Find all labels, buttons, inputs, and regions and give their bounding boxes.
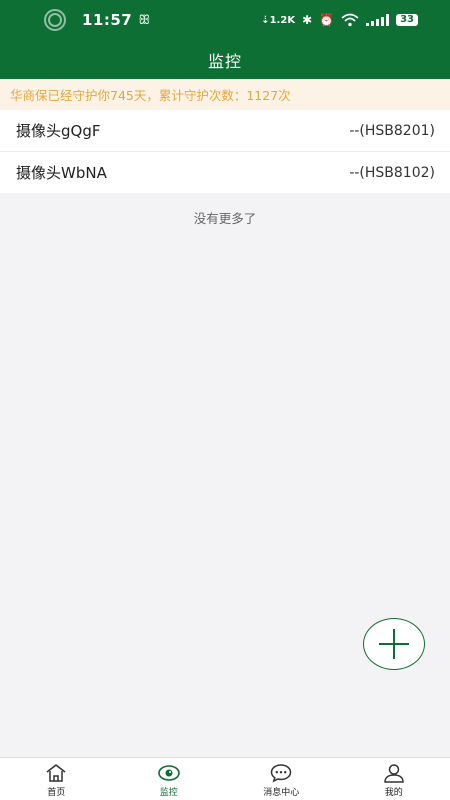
alarm-icon: ⏰ — [319, 13, 335, 27]
tab-profile[interactable]: 我的 — [338, 758, 450, 800]
tab-label: 首页 — [47, 787, 66, 798]
battery-icon: 33 — [396, 14, 418, 26]
tab-messages[interactable]: 消息中心 — [225, 758, 338, 800]
bottom-tab-bar: 首页 监控 消息中心 我的 — [0, 757, 450, 800]
chat-icon — [270, 763, 292, 782]
protection-notice: 华商保已经守护你745天，累计守护次数：1127次 — [0, 79, 450, 110]
device-row[interactable]: 摄像头WbNA --(HSB8102) — [0, 152, 450, 193]
eye-icon — [157, 764, 180, 781]
device-code: --(HSB8102) — [349, 164, 435, 181]
list-end-text: 没有更多了 — [193, 211, 257, 226]
add-device-button[interactable] — [363, 618, 425, 670]
device-name: 摄像头WbNA — [16, 164, 107, 182]
user-icon — [383, 763, 404, 783]
bluetooth-icon: ✱ — [302, 13, 313, 27]
wifi-icon — [341, 13, 359, 27]
page-title: 监控 — [207, 51, 242, 71]
tab-home[interactable]: 首页 — [0, 758, 113, 800]
device-name: 摄像头gQgF — [16, 122, 101, 140]
app-screen: 11:57 ꕥ ⇣1.2K ✱ ⏰ 33 监控 华商保已经守护你745天，累计守… — [0, 0, 450, 800]
plus-icon — [379, 629, 409, 659]
device-list: 摄像头gQgF --(HSB8201) 摄像头WbNA --(HSB8102) — [0, 110, 450, 193]
tab-label: 监控 — [159, 787, 178, 798]
ring-icon — [44, 9, 66, 31]
network-speed: ⇣1.2K — [261, 14, 296, 26]
header-bar: 监控 — [0, 40, 450, 79]
device-row[interactable]: 摄像头gQgF --(HSB8201) — [0, 110, 450, 152]
status-right: ⇣1.2K ✱ ⏰ 33 — [261, 0, 418, 40]
tab-label: 我的 — [384, 787, 403, 798]
home-icon — [46, 763, 66, 782]
device-code: --(HSB8201) — [349, 122, 435, 139]
network-logo-icon: ꕥ — [138, 12, 151, 28]
status-left: 11:57 ꕥ — [0, 9, 150, 31]
tab-monitor[interactable]: 监控 — [113, 758, 226, 800]
tab-label: 消息中心 — [263, 787, 300, 798]
signal-icon — [366, 14, 390, 26]
status-time: 11:57 — [82, 11, 133, 29]
status-bar: 11:57 ꕥ ⇣1.2K ✱ ⏰ 33 — [0, 0, 450, 40]
